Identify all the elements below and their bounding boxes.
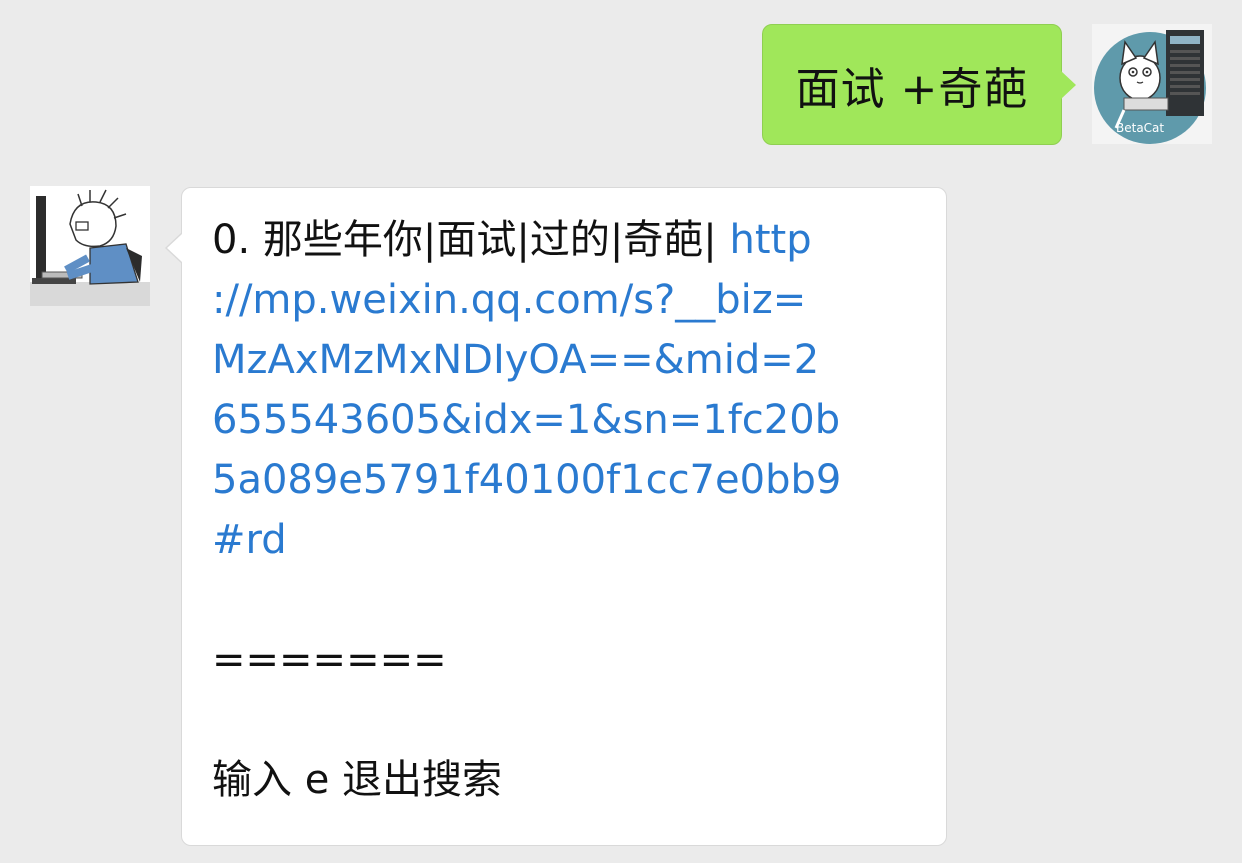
cat-avatar-graphic: BetaCat <box>1092 24 1212 144</box>
article-link-part-6[interactable]: #rd <box>212 510 916 570</box>
sent-message-text: 面试 +奇葩 <box>795 63 1029 115</box>
article-link-part-3[interactable]: MzAxMzMxNDIyOA==&mid=2 <box>212 330 916 390</box>
article-link-part-2[interactable]: ://mp.weixin.qq.com/s?__biz= <box>212 270 916 330</box>
chat-area: 面试 +奇葩 BetaCat 0. 那些年你|面试|过的|奇葩| http:/… <box>0 0 1242 863</box>
person-at-computer-avatar-icon[interactable] <box>30 186 150 306</box>
sent-bubble-tail <box>1061 71 1076 99</box>
sent-message-bubble[interactable]: 面试 +奇葩 <box>762 24 1076 145</box>
received-message-bubble[interactable]: 0. 那些年你|面试|过的|奇葩| http ://mp.weixin.qq.c… <box>165 187 947 846</box>
cat-with-server-avatar-icon[interactable]: BetaCat <box>1092 24 1212 144</box>
article-link-part-5[interactable]: 5a089e5791f40100f1cc7e0bb9 <box>212 450 916 510</box>
received-bubble-tail <box>167 234 182 262</box>
message-line-1: 0. 那些年你|面试|过的|奇葩| http <box>212 210 916 270</box>
separator-line: ======= <box>212 637 447 683</box>
search-result-title: 0. 那些年你|面试|过的|奇葩| <box>212 217 730 263</box>
article-link-part-4[interactable]: 655543605&idx=1&sn=1fc20b <box>212 390 916 450</box>
article-link-part-1[interactable]: http <box>730 217 812 263</box>
svg-text:BetaCat: BetaCat <box>1116 121 1164 135</box>
exit-search-instruction: 输入 e 退出搜索 <box>212 757 503 803</box>
person-avatar-graphic <box>30 186 150 306</box>
